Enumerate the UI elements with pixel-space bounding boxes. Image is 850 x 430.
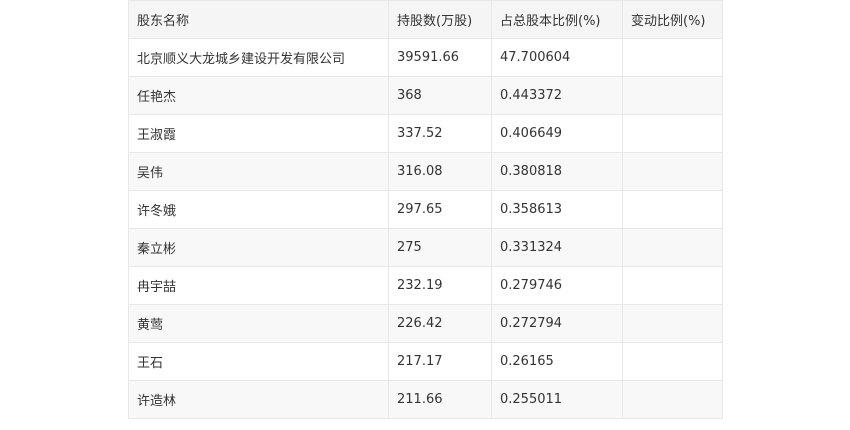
cell-change-ratio [622, 342, 723, 381]
header-shares-held: 持股数(万股) [388, 0, 492, 39]
table-row: 王石 217.17 0.26165 [128, 342, 723, 381]
cell-shareholder-name: 秦立彬 [128, 228, 389, 267]
cell-shares-held: 337.52 [388, 114, 492, 153]
cell-change-ratio [622, 76, 723, 115]
cell-shares-held: 211.66 [388, 380, 492, 419]
cell-shares-held: 316.08 [388, 152, 492, 191]
cell-shares-held: 232.19 [388, 266, 492, 305]
cell-change-ratio [622, 190, 723, 229]
cell-share-ratio: 0.443372 [491, 76, 623, 115]
table-row: 许造林 211.66 0.255011 [128, 380, 723, 419]
cell-share-ratio: 0.358613 [491, 190, 623, 229]
cell-change-ratio [622, 228, 723, 267]
cell-shares-held: 275 [388, 228, 492, 267]
table-row: 许冬娥 297.65 0.358613 [128, 190, 723, 229]
cell-share-ratio: 0.331324 [491, 228, 623, 267]
table-row: 王淑霞 337.52 0.406649 [128, 114, 723, 153]
cell-shares-held: 297.65 [388, 190, 492, 229]
table-row: 任艳杰 368 0.443372 [128, 76, 723, 115]
cell-shareholder-name: 任艳杰 [128, 76, 389, 115]
shareholder-table: 股东名称 持股数(万股) 占总股本比例(%) 变动比例(%) 北京顺义大龙城乡建… [128, 0, 723, 419]
header-share-ratio: 占总股本比例(%) [491, 0, 623, 39]
header-change-ratio: 变动比例(%) [622, 0, 723, 39]
cell-share-ratio: 0.406649 [491, 114, 623, 153]
cell-shares-held: 217.17 [388, 342, 492, 381]
cell-shares-held: 368 [388, 76, 492, 115]
cell-shareholder-name: 许冬娥 [128, 190, 389, 229]
cell-share-ratio: 0.380818 [491, 152, 623, 191]
cell-change-ratio [622, 152, 723, 191]
table-row: 吴伟 316.08 0.380818 [128, 152, 723, 191]
cell-change-ratio [622, 304, 723, 343]
table-row: 秦立彬 275 0.331324 [128, 228, 723, 267]
header-row: 股东名称 持股数(万股) 占总股本比例(%) 变动比例(%) [128, 0, 723, 39]
cell-change-ratio [622, 114, 723, 153]
cell-shareholder-name: 吴伟 [128, 152, 389, 191]
table-row: 黄莺 226.42 0.272794 [128, 304, 723, 343]
cell-shareholder-name: 许造林 [128, 380, 389, 419]
cell-change-ratio [622, 380, 723, 419]
cell-share-ratio: 47.700604 [491, 38, 623, 77]
table-header: 股东名称 持股数(万股) 占总股本比例(%) 变动比例(%) [128, 0, 723, 39]
cell-shareholder-name: 冉宇喆 [128, 266, 389, 305]
cell-change-ratio [622, 38, 723, 77]
header-shareholder-name: 股东名称 [128, 0, 389, 39]
table-body: 北京顺义大龙城乡建设开发有限公司 39591.66 47.700604 任艳杰 … [128, 38, 723, 419]
cell-share-ratio: 0.279746 [491, 266, 623, 305]
cell-shareholder-name: 王淑霞 [128, 114, 389, 153]
shareholder-table-container: 股东名称 持股数(万股) 占总股本比例(%) 变动比例(%) 北京顺义大龙城乡建… [128, 0, 723, 419]
cell-share-ratio: 0.272794 [491, 304, 623, 343]
cell-shares-held: 226.42 [388, 304, 492, 343]
cell-shareholder-name: 黄莺 [128, 304, 389, 343]
cell-share-ratio: 0.255011 [491, 380, 623, 419]
cell-share-ratio: 0.26165 [491, 342, 623, 381]
cell-change-ratio [622, 266, 723, 305]
cell-shareholder-name: 北京顺义大龙城乡建设开发有限公司 [128, 38, 389, 77]
cell-shares-held: 39591.66 [388, 38, 492, 77]
table-row: 北京顺义大龙城乡建设开发有限公司 39591.66 47.700604 [128, 38, 723, 77]
cell-shareholder-name: 王石 [128, 342, 389, 381]
table-row: 冉宇喆 232.19 0.279746 [128, 266, 723, 305]
